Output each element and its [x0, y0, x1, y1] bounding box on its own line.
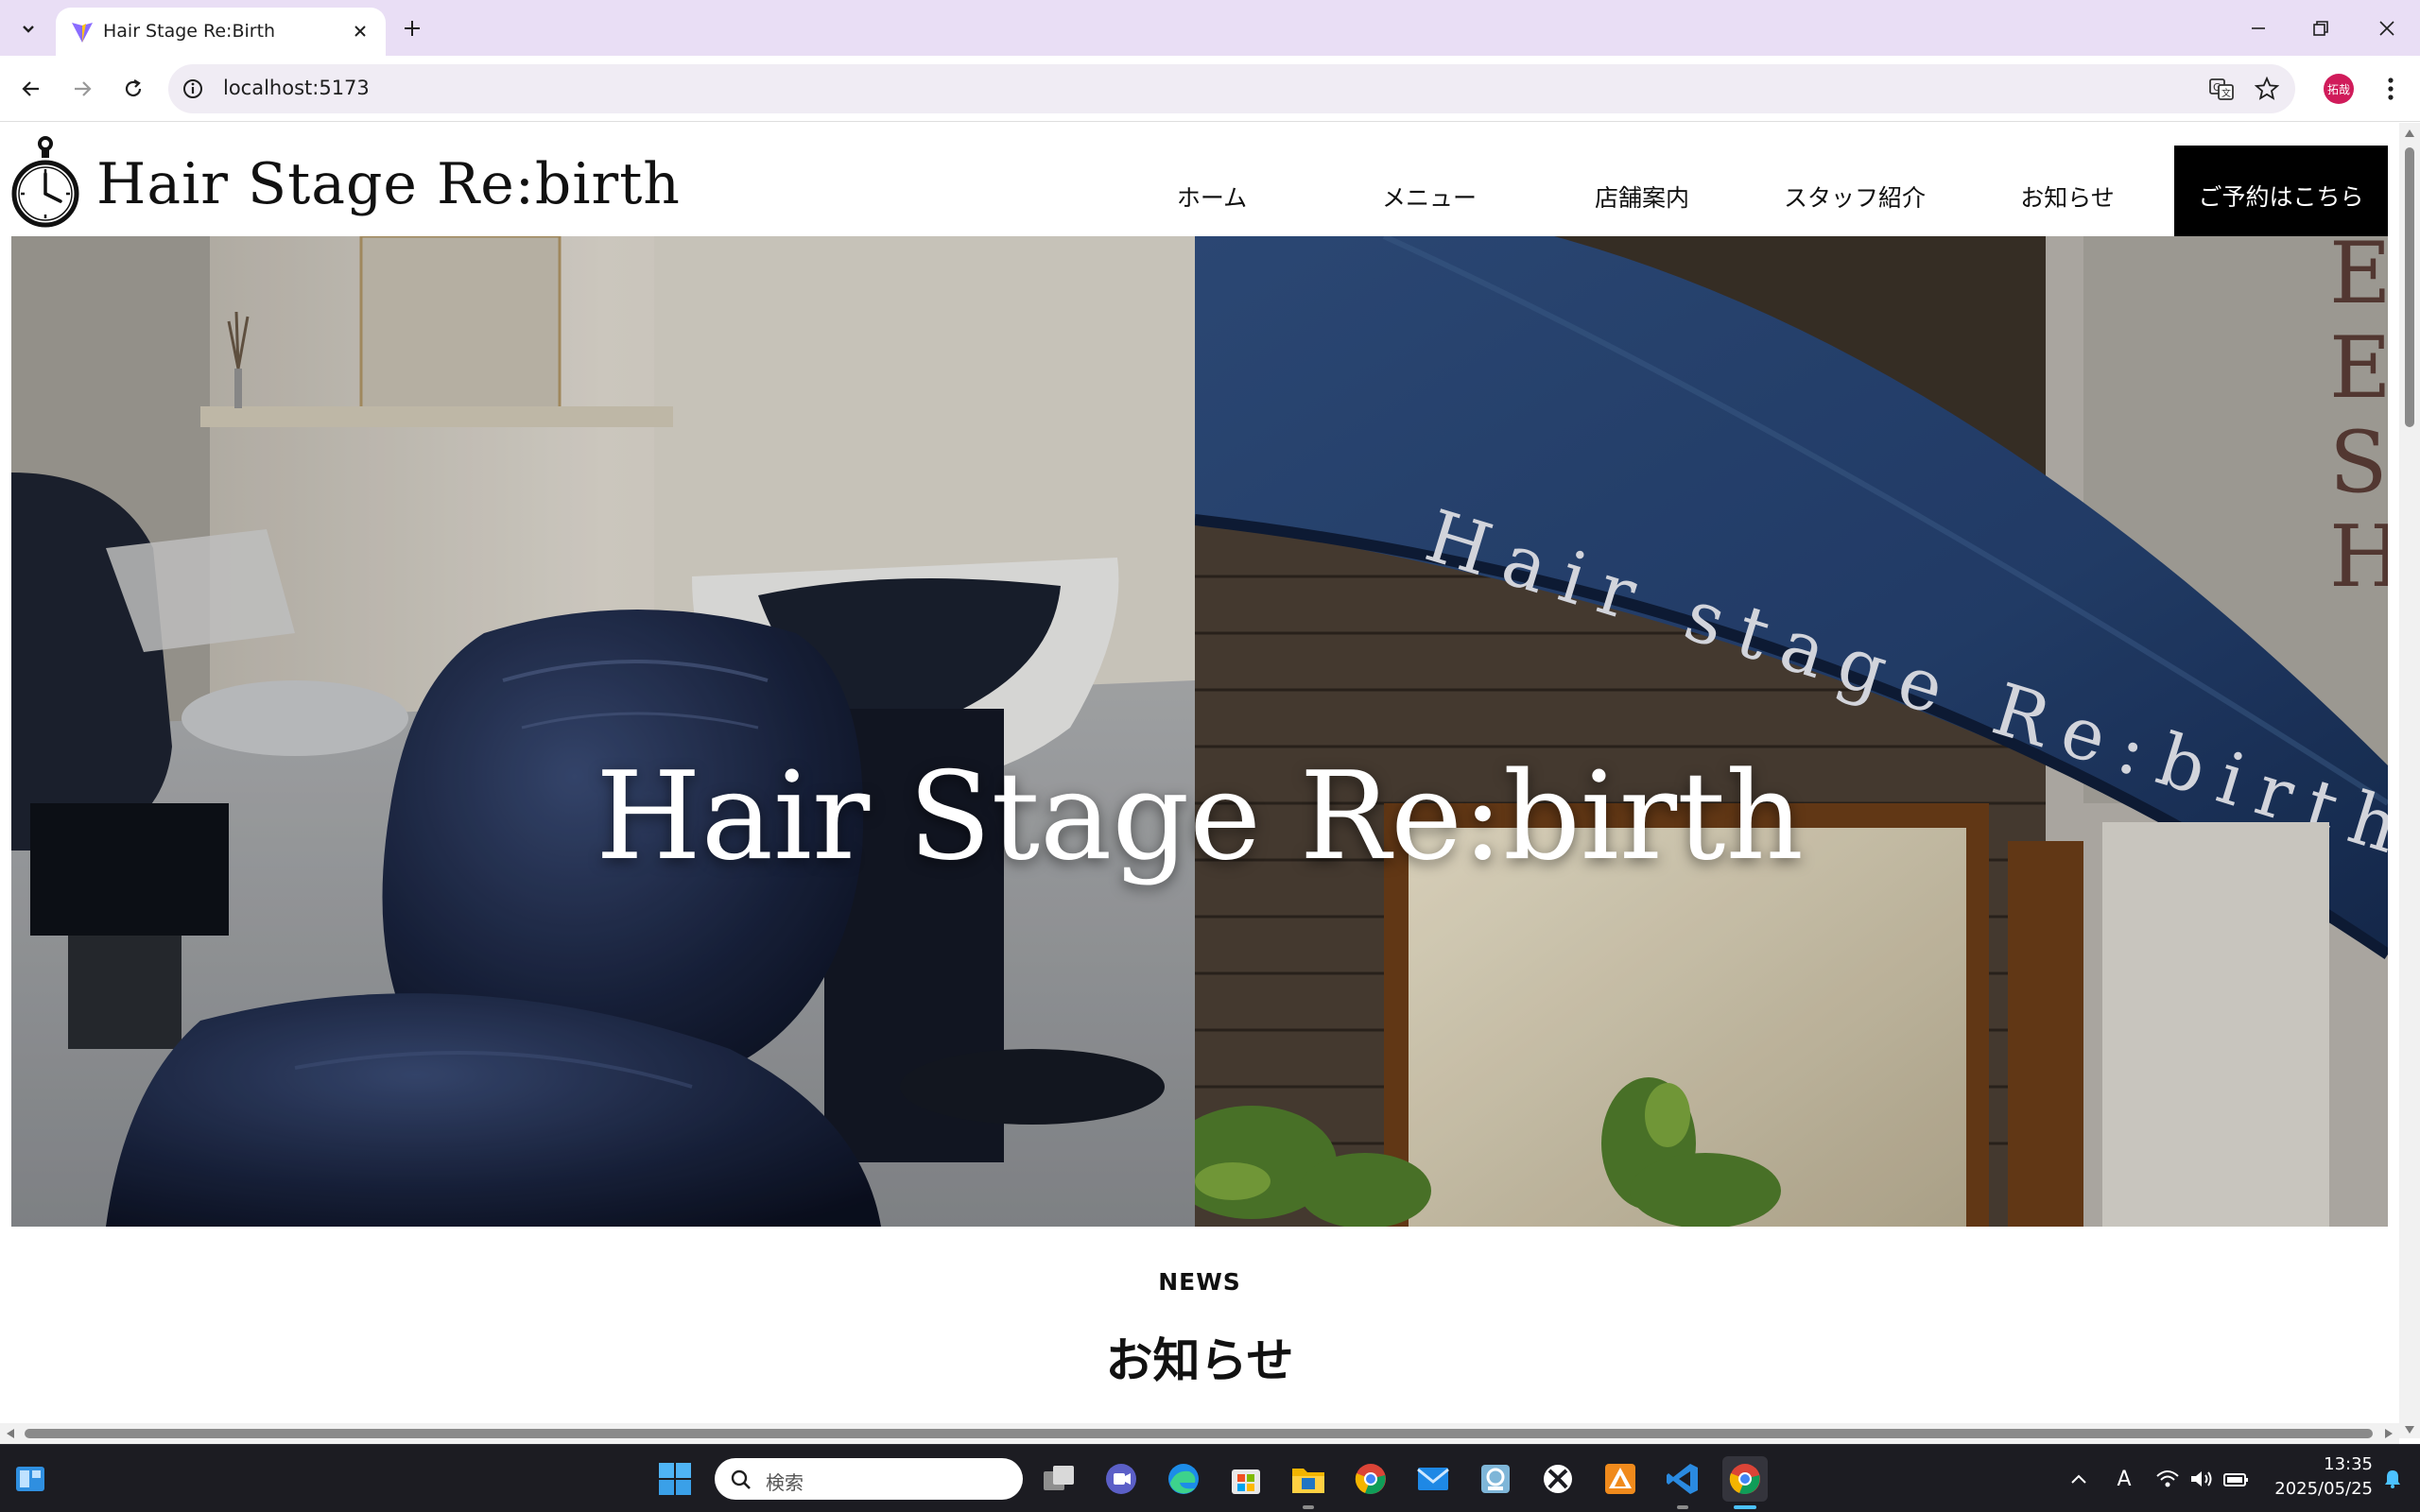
nav-menu[interactable]: メニュー: [1335, 147, 1524, 246]
volume-icon[interactable]: [2187, 1464, 2216, 1494]
mail-icon[interactable]: [1410, 1456, 1456, 1502]
vertical-scrollbar[interactable]: [2399, 123, 2420, 1438]
start-icon[interactable]: [652, 1456, 698, 1502]
app-orange-icon[interactable]: [1598, 1456, 1643, 1502]
url-text: localhost:5173: [223, 77, 370, 99]
chrome-active-icon[interactable]: [1722, 1456, 1768, 1502]
chrome-active-indicator: [1734, 1505, 1756, 1509]
site-header: Hair Stage Re:birth ホーム メニュー 店舗案内 スタッフ紹介…: [11, 134, 2388, 246]
xbox-icon[interactable]: [1535, 1456, 1581, 1502]
window-close-icon[interactable]: [2354, 0, 2420, 56]
menu-dots-icon[interactable]: [2375, 70, 2407, 108]
forward-icon[interactable]: [62, 69, 102, 109]
bookmark-star-icon[interactable]: [2252, 74, 2282, 104]
battery-icon[interactable]: [2221, 1464, 2250, 1494]
ime-indicator[interactable]: A: [2110, 1464, 2138, 1494]
address-bar[interactable]: localhost:5173 G文: [168, 64, 2295, 113]
chrome-icon[interactable]: [1348, 1456, 1393, 1502]
app-icon[interactable]: [1473, 1456, 1518, 1502]
news-section-label: NEWS: [1158, 1268, 1241, 1296]
taskbar-clock[interactable]: 13:35 2025/05/25: [2259, 1452, 2373, 1502]
browser-tab-strip: Hair Stage Re:Birth: [0, 0, 2420, 56]
nav-shop-info[interactable]: 店舗案内: [1547, 147, 1737, 246]
teams-icon[interactable]: [1098, 1456, 1144, 1502]
store-icon[interactable]: [1223, 1456, 1269, 1502]
vscode-icon[interactable]: [1660, 1456, 1705, 1502]
browser-tab[interactable]: Hair Stage Re:Birth: [56, 8, 386, 56]
nav-news[interactable]: お知らせ: [1973, 147, 2162, 246]
file-explorer-icon[interactable]: [1286, 1456, 1331, 1502]
tab-title: Hair Stage Re:Birth: [103, 21, 276, 42]
vscode-running-indicator: [1677, 1505, 1688, 1509]
scroll-left-arrow-icon[interactable]: [6, 1428, 15, 1439]
hero-title: Hair Stage Re:birth: [596, 747, 1804, 887]
hero-section: E E S H Hair stage Re:birth Hair Stage R…: [11, 236, 2388, 1227]
notification-bell-icon[interactable]: [2378, 1464, 2407, 1494]
nav-home[interactable]: ホーム: [1117, 147, 1306, 246]
scroll-down-arrow-icon[interactable]: [2404, 1425, 2415, 1435]
new-tab-icon[interactable]: [395, 11, 429, 45]
horizontal-scrollbar[interactable]: [0, 1423, 2399, 1444]
windows-taskbar: 検索 A 13:35 2025/05/25: [0, 1444, 2420, 1512]
hero-image-salon-interior: [11, 236, 1195, 1227]
back-icon[interactable]: [11, 69, 51, 109]
reload-icon[interactable]: [113, 69, 153, 109]
page-viewport: Hair Stage Re:birth ホーム メニュー 店舗案内 スタッフ紹介…: [0, 123, 2420, 1444]
site-info-icon[interactable]: [180, 76, 206, 102]
close-icon[interactable]: [346, 17, 374, 45]
scroll-right-arrow-icon[interactable]: [2384, 1428, 2394, 1439]
taskbar-search-placeholder: 検索: [766, 1471, 804, 1494]
tab-search-icon[interactable]: [9, 11, 47, 45]
browser-toolbar: localhost:5173 G文: [0, 56, 2420, 122]
widgets-icon[interactable]: [8, 1456, 53, 1502]
scroll-up-arrow-icon[interactable]: [2404, 129, 2415, 138]
clock-time: 13:35: [2324, 1454, 2373, 1474]
clock-date: 2025/05/25: [2274, 1479, 2373, 1499]
wifi-icon[interactable]: [2153, 1464, 2182, 1494]
site-logo[interactable]: Hair Stage Re:birth: [96, 151, 681, 217]
hero-image-storefront: E E S H Hair stage Re:birth: [1195, 236, 2388, 1227]
restore-icon[interactable]: [2288, 0, 2354, 56]
svg-text:文: 文: [2221, 87, 2231, 99]
vite-favicon-icon: [69, 19, 95, 45]
profile-avatar[interactable]: 拓哉: [2324, 74, 2354, 104]
horizontal-scrollbar-thumb[interactable]: [25, 1429, 2373, 1438]
translate-icon[interactable]: G文: [2206, 74, 2237, 104]
file-explorer-running-indicator: [1303, 1505, 1314, 1509]
minimize-icon[interactable]: [2225, 0, 2291, 56]
reserve-button[interactable]: ご予約はこちら: [2174, 146, 2388, 246]
nav-staff[interactable]: スタッフ紹介: [1760, 147, 1949, 246]
task-view-icon[interactable]: [1036, 1456, 1081, 1502]
taskbar-search-box[interactable]: 検索: [715, 1458, 1023, 1500]
stopwatch-logo-icon[interactable]: [11, 134, 79, 236]
vertical-scrollbar-thumb[interactable]: [2405, 147, 2414, 427]
edge-icon[interactable]: [1161, 1456, 1206, 1502]
tray-chevron-up-icon[interactable]: [2065, 1464, 2093, 1494]
news-section-title: お知らせ: [1105, 1333, 1294, 1388]
search-icon: [731, 1469, 751, 1489]
